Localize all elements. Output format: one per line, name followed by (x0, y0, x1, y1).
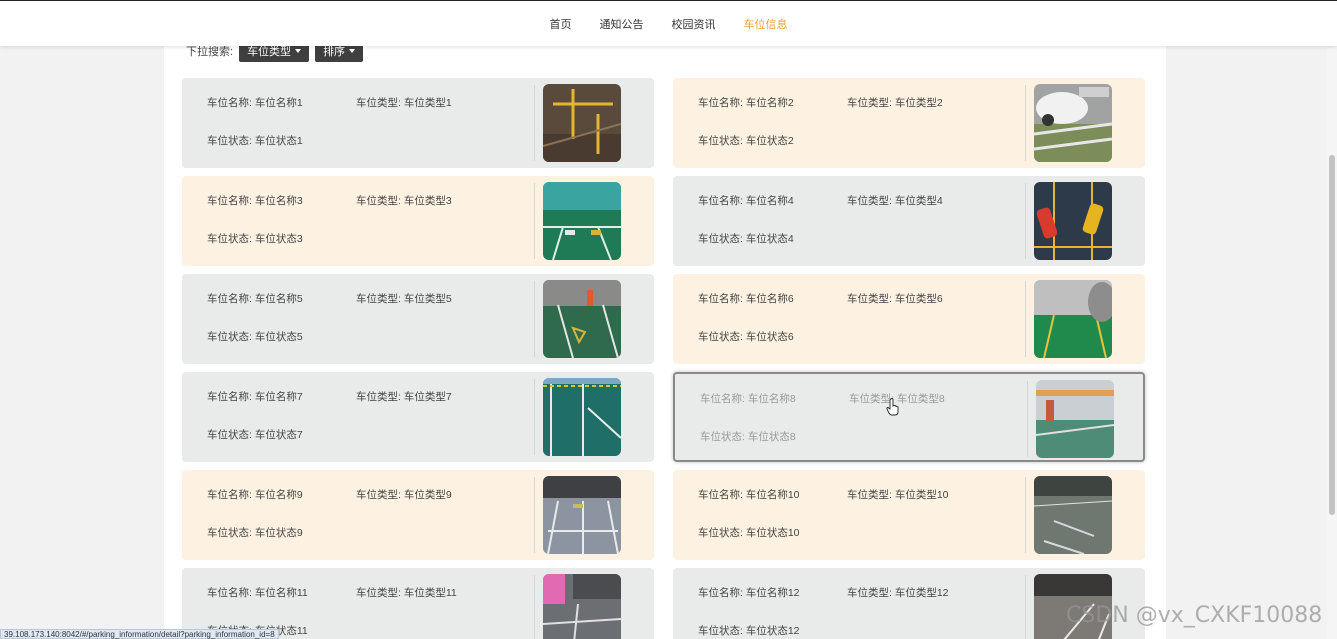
watermark: CSDN @vx_CXKF10088 (1066, 603, 1323, 628)
parking-card[interactable]: 车位名称: 车位名称8 车位类型: 车位类型8 车位状态: 车位状态8 (673, 372, 1145, 462)
card-name: 车位名称: 车位名称12 (698, 587, 800, 599)
card-type: 车位类型: 车位类型1 (356, 97, 452, 109)
card-name: 车位名称: 车位名称5 (207, 293, 303, 305)
scrollbar-thumb[interactable] (1329, 155, 1335, 515)
card-name: 车位名称: 车位名称1 (207, 97, 303, 109)
card-divider (1025, 477, 1026, 553)
card-type: 车位类型: 车位类型3 (356, 195, 452, 207)
nav-item-home[interactable]: 首页 (536, 16, 586, 32)
type-dropdown-label: 车位类型 (247, 46, 292, 58)
card-status: 车位状态: 车位状态7 (207, 429, 303, 441)
parking-card[interactable]: 车位名称: 车位名称6 车位类型: 车位类型6 车位状态: 车位状态6 (673, 274, 1145, 364)
card-type: 车位类型: 车位类型4 (847, 195, 943, 207)
card-status: 车位状态: 车位状态9 (207, 527, 303, 539)
parking-thumbnail-image[interactable] (543, 378, 621, 456)
browser-status-url: 39.108.173.140:8042/#/parking_informatio… (0, 629, 279, 639)
card-name: 车位名称: 车位名称4 (698, 195, 794, 207)
card-status: 车位状态: 车位状态6 (698, 331, 794, 343)
parking-card[interactable]: 车位名称: 车位名称10 车位类型: 车位类型10 车位状态: 车位状态10 (673, 470, 1145, 560)
sort-dropdown[interactable]: 排序 (315, 46, 364, 62)
sort-dropdown-label: 排序 (323, 46, 346, 58)
card-type: 车位类型: 车位类型6 (847, 293, 943, 305)
parking-card[interactable]: 车位名称: 车位名称5 车位类型: 车位类型5 车位状态: 车位状态5 (182, 274, 654, 364)
card-type: 车位类型: 车位类型2 (847, 97, 943, 109)
card-divider (534, 379, 535, 455)
parking-card[interactable]: 车位名称: 车位名称7 车位类型: 车位类型7 车位状态: 车位状态7 (182, 372, 654, 462)
nav-item-notices[interactable]: 通知公告 (586, 16, 658, 32)
card-divider (534, 281, 535, 357)
card-name: 车位名称: 车位名称2 (698, 97, 794, 109)
card-name: 车位名称: 车位名称8 (700, 393, 796, 405)
card-type: 车位类型: 车位类型7 (356, 391, 452, 403)
parking-thumbnail-image[interactable] (1034, 182, 1112, 260)
hand-pointer-cursor-icon (886, 398, 899, 416)
parking-card[interactable]: 车位名称: 车位名称2 车位类型: 车位类型2 车位状态: 车位状态2 (673, 78, 1145, 168)
card-divider (534, 575, 535, 639)
card-type: 车位类型: 车位类型10 (847, 489, 949, 501)
card-divider (1025, 281, 1026, 357)
card-status: 车位状态: 车位状态1 (207, 135, 303, 147)
card-divider (1025, 85, 1026, 161)
card-name: 车位名称: 车位名称7 (207, 391, 303, 403)
nav-menu: 首页 通知公告 校园资讯 车位信息 (0, 1, 1337, 47)
parking-card[interactable]: 车位名称: 车位名称3 车位类型: 车位类型3 车位状态: 车位状态3 (182, 176, 654, 266)
parking-thumbnail-image[interactable] (543, 476, 621, 554)
type-dropdown[interactable]: 车位类型 (239, 46, 310, 62)
parking-thumbnail-image[interactable] (1034, 476, 1112, 554)
card-name: 车位名称: 车位名称10 (698, 489, 800, 501)
parking-thumbnail-image[interactable] (543, 182, 621, 260)
parking-card[interactable]: 车位名称: 车位名称1 车位类型: 车位类型1 车位状态: 车位状态1 (182, 78, 654, 168)
main-content: 下拉搜索: 车位类型 排序 车位名称: 车位名称1 车位类型: 车位类型1 车位状态… (164, 46, 1166, 639)
card-name: 车位名称: 车位名称9 (207, 489, 303, 501)
parking-thumbnail-image[interactable] (543, 574, 621, 639)
card-divider (1025, 575, 1026, 639)
parking-card[interactable]: 车位名称: 车位名称9 车位类型: 车位类型9 车位状态: 车位状态9 (182, 470, 654, 560)
parking-card[interactable]: 车位名称: 车位名称4 车位类型: 车位类型4 车位状态: 车位状态4 (673, 176, 1145, 266)
card-divider (1027, 381, 1028, 457)
card-status: 车位状态: 车位状态10 (698, 527, 800, 539)
filter-bar: 下拉搜索: 车位类型 排序 (186, 46, 364, 62)
card-status: 车位状态: 车位状态5 (207, 331, 303, 343)
chevron-down-icon (295, 49, 302, 53)
card-divider (1025, 183, 1026, 259)
vertical-scrollbar[interactable] (1327, 0, 1337, 639)
card-status: 车位状态: 车位状态3 (207, 233, 303, 245)
card-type: 车位类型: 车位类型5 (356, 293, 452, 305)
parking-thumbnail-image[interactable] (1036, 380, 1114, 458)
card-status: 车位状态: 车位状态4 (698, 233, 794, 245)
card-name: 车位名称: 车位名称6 (698, 293, 794, 305)
card-status: 车位状态: 车位状态2 (698, 135, 794, 147)
chevron-down-icon (349, 49, 356, 53)
card-divider (534, 477, 535, 553)
card-type: 车位类型: 车位类型11 (356, 587, 457, 599)
card-name: 车位名称: 车位名称3 (207, 195, 303, 207)
parking-thumbnail-image[interactable] (543, 280, 621, 358)
parking-thumbnail-image[interactable] (1034, 280, 1112, 358)
top-navbar: 首页 通知公告 校园资讯 车位信息 (0, 0, 1337, 46)
nav-item-campus-news[interactable]: 校园资讯 (658, 16, 730, 32)
card-type: 车位类型: 车位类型12 (847, 587, 949, 599)
card-name: 车位名称: 车位名称11 (207, 587, 308, 599)
parking-thumbnail-image[interactable] (1034, 84, 1112, 162)
card-divider (534, 183, 535, 259)
card-status: 车位状态: 车位状态12 (698, 625, 800, 637)
parking-thumbnail-image[interactable] (543, 84, 621, 162)
card-type: 车位类型: 车位类型9 (356, 489, 452, 501)
filter-label: 下拉搜索: (186, 46, 234, 58)
card-divider (534, 85, 535, 161)
card-status: 车位状态: 车位状态8 (700, 431, 796, 443)
nav-item-parking-info[interactable]: 车位信息 (730, 16, 802, 32)
